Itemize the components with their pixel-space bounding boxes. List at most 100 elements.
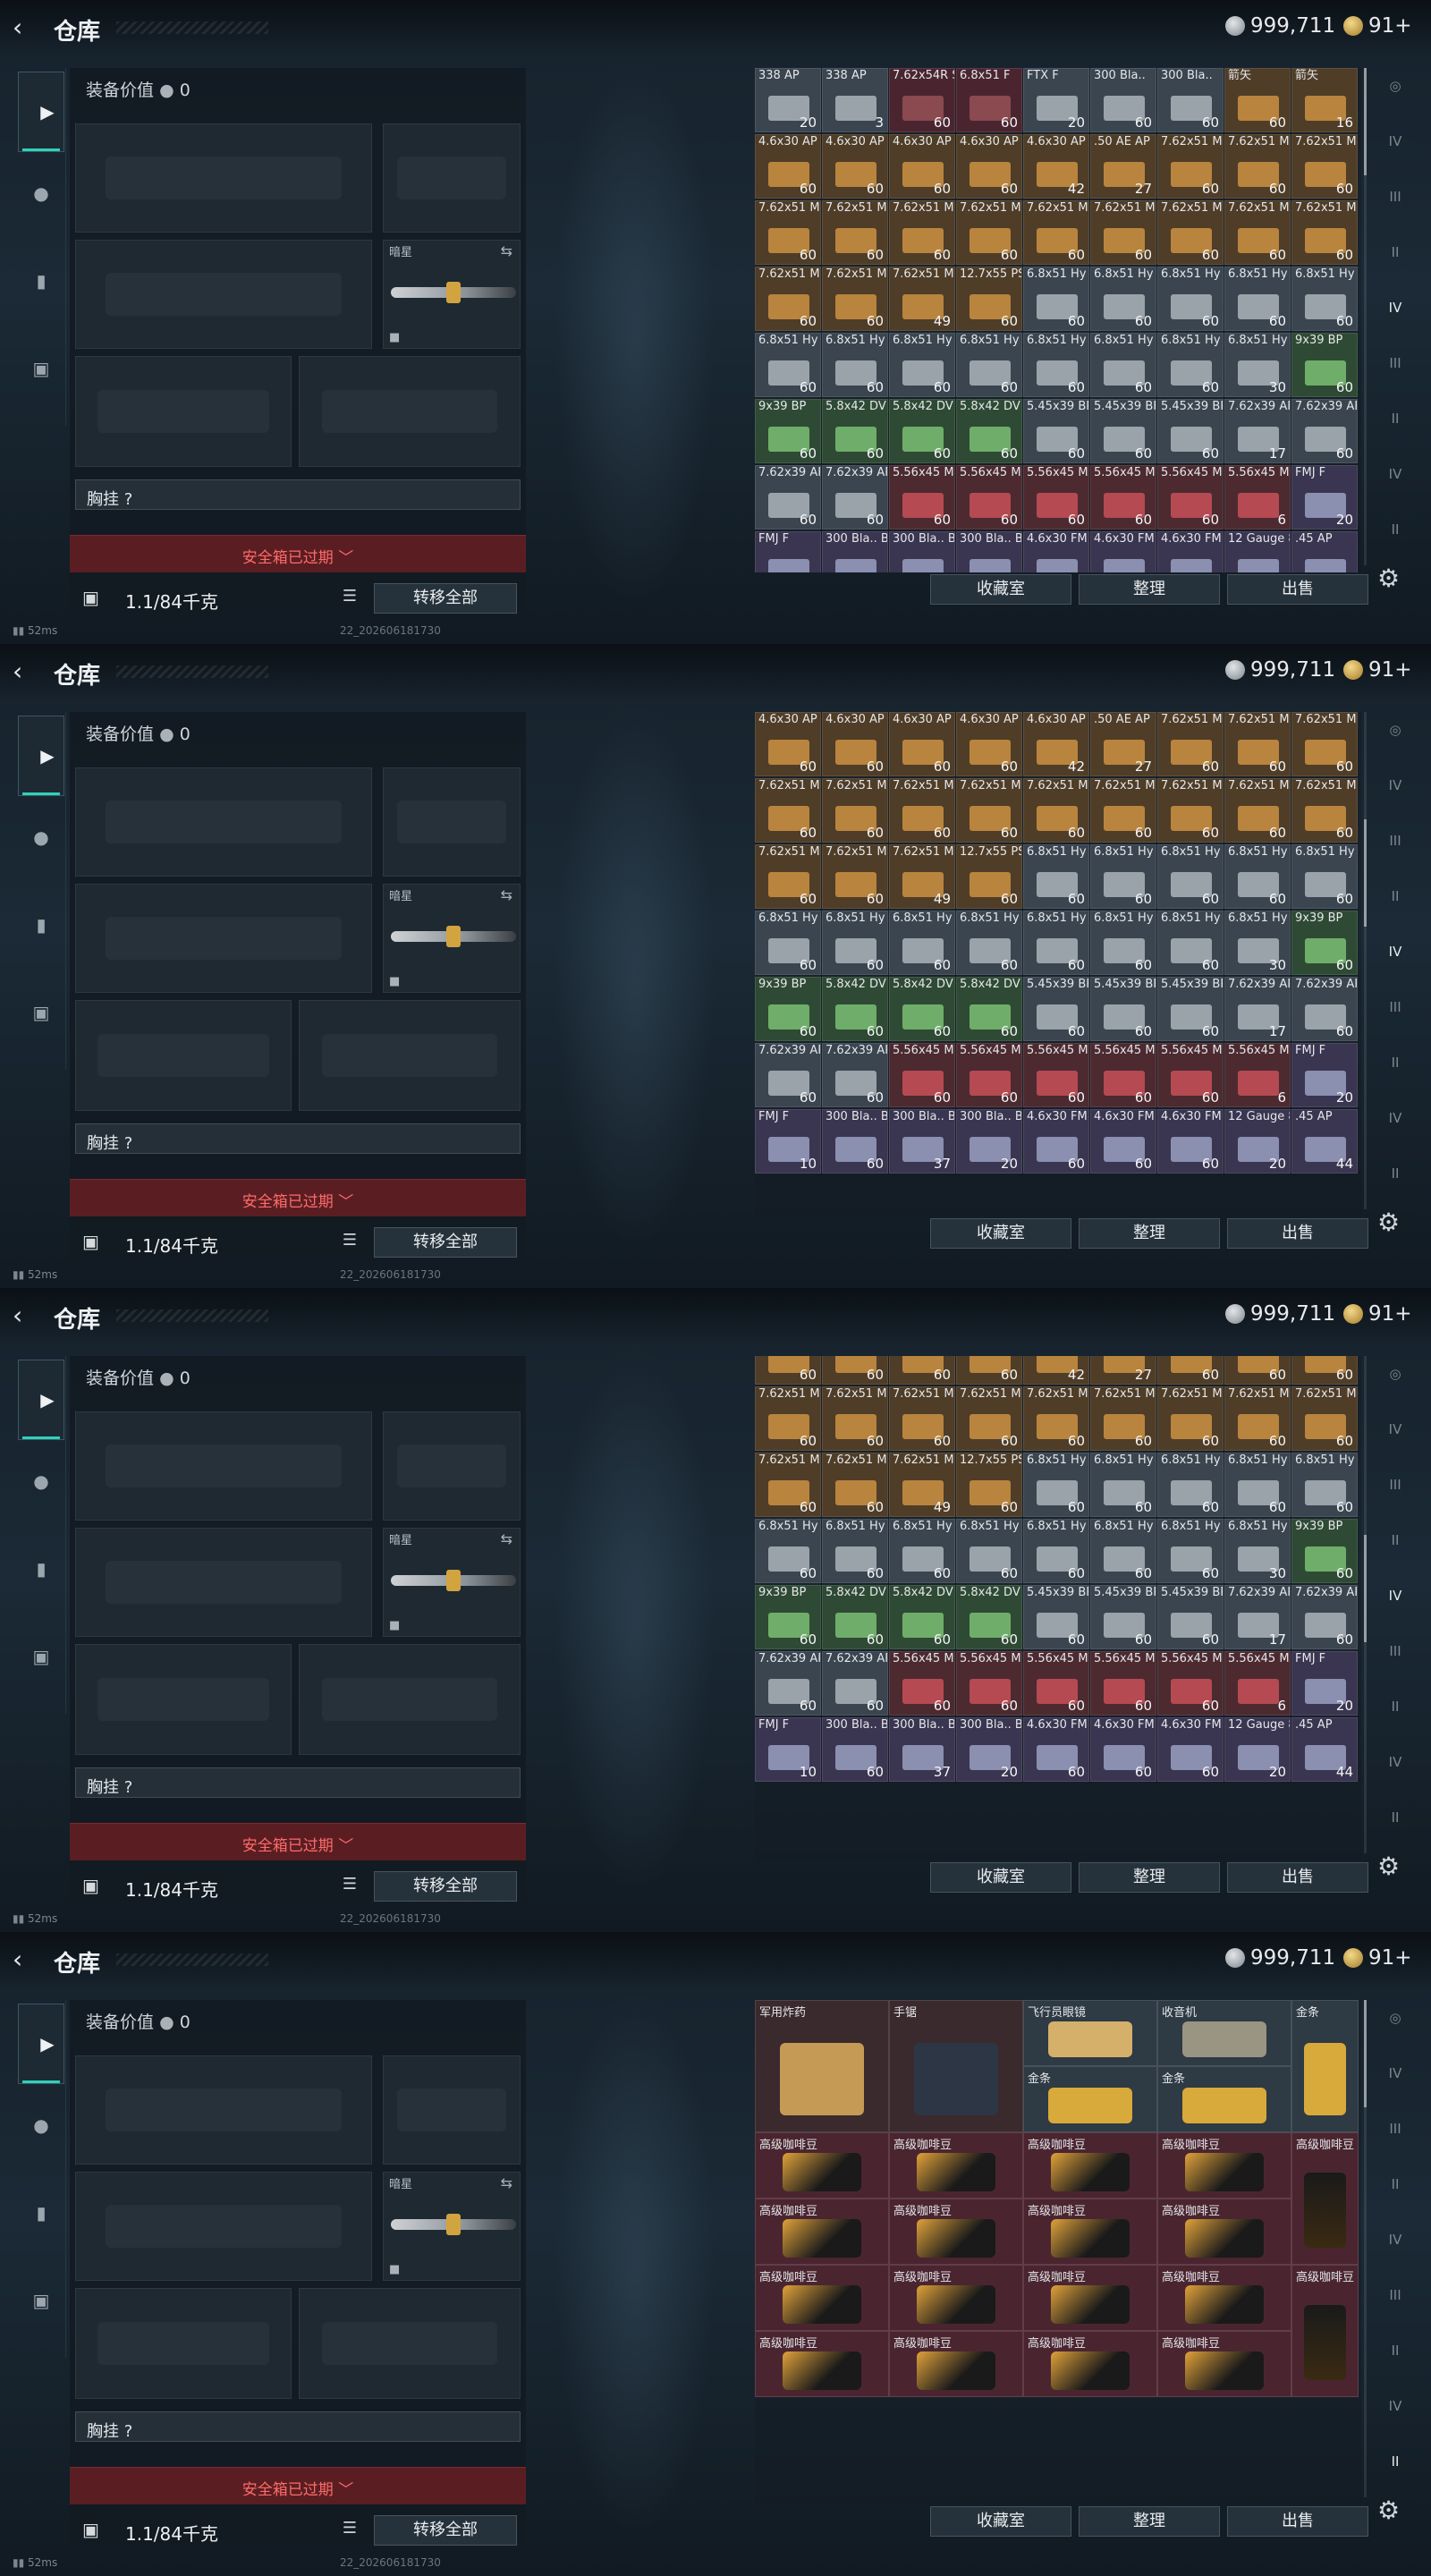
scrollbar-thumb[interactable] (1364, 819, 1367, 927)
stash-item[interactable]: 7.62x39 AP 17 (1224, 977, 1291, 1041)
primary-weapon-slot[interactable] (75, 1411, 372, 1521)
primary-weapon-slot[interactable] (75, 767, 372, 877)
stash-item[interactable]: 60 (889, 1356, 955, 1385)
stash-item[interactable]: 5.45x39 BP 60 (1090, 1585, 1156, 1649)
stash-item[interactable]: 60 (755, 1356, 821, 1385)
stash-item[interactable]: 7.62x51 M 60 (755, 844, 821, 909)
stash-item[interactable]: 6.8x51 Hy 60 (1157, 1453, 1224, 1517)
stash-item[interactable]: 60 (1291, 1356, 1358, 1385)
stash-item[interactable]: 9x39 BP 60 (755, 399, 821, 463)
stash-item[interactable]: 12.7x55 PS 60 (956, 1453, 1022, 1517)
stash-item[interactable]: 6.8x51 Hy 60 (1224, 844, 1291, 909)
gear-icon[interactable]: ⚙ (1377, 564, 1400, 593)
back-arrow-icon[interactable]: ‹ (13, 1303, 36, 1328)
scrollbar-thumb[interactable] (1364, 2000, 1367, 2107)
stash-item[interactable]: 7.62x51 M 60 (822, 1453, 888, 1517)
stash-item[interactable]: 7.62x51 M 49 (889, 844, 955, 909)
stash-item[interactable]: 5.8x42 DV 60 (956, 977, 1022, 1041)
valuable-item[interactable]: 收音机 (1157, 2000, 1291, 2066)
list-icon[interactable]: ☰ (340, 1231, 360, 1250)
stash-item[interactable]: 5.56x45 M 60 (1090, 1651, 1156, 1716)
melee-slot[interactable]: 暗星 ⇆ ■ (383, 884, 521, 993)
stash-item[interactable]: 7.62x51 M 60 (1157, 1386, 1224, 1451)
III-tab[interactable]: III (1377, 1467, 1413, 1503)
stash-item[interactable]: 9x39 BP 60 (1291, 911, 1358, 975)
tab-weapons[interactable]: ▶ (18, 716, 64, 796)
stash-item[interactable]: 7.62x51 M 60 (1291, 778, 1358, 843)
list-icon[interactable]: ☰ (340, 1875, 360, 1894)
stash-item[interactable]: FMJ F 10 (755, 1109, 821, 1174)
stash-item[interactable]: 7.62x51 M 60 (1157, 712, 1224, 776)
valuable-item[interactable]: 高级咖啡豆 (755, 2199, 889, 2265)
stash-item[interactable]: 6.8x51 Hy 60 (1023, 267, 1089, 331)
tab-weapons[interactable]: ▶ (18, 2004, 64, 2084)
valuable-item[interactable]: 手锯 (889, 2000, 1023, 2132)
stash-item[interactable]: 9x39 BP 60 (755, 977, 821, 1041)
IV-tab[interactable]: IV (1377, 1744, 1413, 1780)
stash-item[interactable]: 4.6x30 FM60 (1090, 1109, 1156, 1174)
stash-item[interactable]: 箭矢 60 (1224, 68, 1291, 132)
stash-item[interactable]: 338 AP 20 (755, 68, 821, 132)
valuable-item[interactable]: 高级咖啡豆 (1291, 2265, 1359, 2397)
stash-item[interactable]: 5.8x42 DV 60 (822, 1585, 888, 1649)
stash-item[interactable]: 4.6x30 FM60 (1157, 1717, 1224, 1782)
list-icon[interactable]: ☰ (340, 2519, 360, 2538)
stash-item[interactable]: 7.62x51 M 60 (956, 778, 1022, 843)
stash-item[interactable]: 7.62x51 M 60 (1023, 1386, 1089, 1451)
stash-item[interactable]: 7.62x51 M 60 (1090, 778, 1156, 843)
helmet-slot[interactable] (75, 1644, 292, 1755)
stash-item[interactable]: 5.45x39 BP 60 (1023, 977, 1089, 1041)
chest-rig-slot[interactable]: 胸挂 ? (75, 2411, 521, 2442)
safe-box-expired[interactable]: 安全箱已过期 ﹀ (70, 2467, 526, 2504)
stash-item[interactable]: 5.56x45 M 60 (1157, 465, 1224, 530)
helmet-icon[interactable]: ● (29, 2113, 54, 2138)
stash-item[interactable]: 5.56x45 M 60 (1023, 1651, 1089, 1716)
safe-box-expired[interactable]: 安全箱已过期 ﹀ (70, 1823, 526, 1860)
stash-item[interactable]: 6.8x51 Hy 60 (1291, 267, 1358, 331)
secondary-weapon-slot[interactable] (75, 884, 372, 993)
pistol-slot[interactable] (383, 767, 521, 877)
stash-item[interactable]: 4.6x30 FM60 (1023, 531, 1089, 572)
stash-item[interactable]: 7.62x51 M 60 (1291, 712, 1358, 776)
stash-item[interactable]: 4.6x30 AP 60 (956, 712, 1022, 776)
stash-item[interactable]: 7.62x51 M 49 (889, 267, 955, 331)
secondary-weapon-slot[interactable] (75, 2172, 372, 2281)
stash-item[interactable]: 300 Bla.. BB 37 (889, 1109, 955, 1174)
stash-item[interactable]: 7.62x51 M 60 (755, 1453, 821, 1517)
bag-icon[interactable]: ▣ (29, 356, 54, 381)
stash-scrollbar[interactable] (1364, 68, 1367, 565)
armor-slot[interactable] (299, 356, 521, 467)
stash-item[interactable]: 5.45x39 BP 60 (1090, 977, 1156, 1041)
II-tab[interactable]: II (1377, 2166, 1413, 2202)
II-tab[interactable]: II (1377, 234, 1413, 270)
stash-item[interactable]: 7.62x39 AP 17 (1224, 399, 1291, 463)
valuable-item[interactable]: 高级咖啡豆 (889, 2199, 1023, 2265)
stash-item[interactable]: FMJ F 10 (755, 1717, 821, 1782)
pistol-slot[interactable] (383, 123, 521, 233)
bag-icon[interactable]: ▣ (29, 1000, 54, 1025)
stash-item[interactable]: FMJ F 20 (1291, 465, 1358, 530)
sort-button[interactable]: 整理 (1079, 1862, 1220, 1893)
stash-item[interactable]: 6.8x51 Hy 60 (1023, 333, 1089, 397)
III-tab[interactable]: III (1377, 179, 1413, 215)
helmet-slot[interactable] (75, 356, 292, 467)
gear-icon[interactable]: ⚙ (1377, 1852, 1400, 1881)
stash-item[interactable]: 5.8x42 DV 60 (822, 399, 888, 463)
stash-item[interactable]: 6.8x51 Hy 60 (822, 333, 888, 397)
stash-item[interactable]: 箭矢 16 (1291, 68, 1358, 132)
stash-item[interactable]: 7.62x51 M 60 (1224, 778, 1291, 843)
stash-item[interactable]: 7.62x39 AP 17 (1224, 1585, 1291, 1649)
pistol-slot[interactable] (383, 2055, 521, 2165)
stash-item[interactable]: 7.62x51 M 60 (755, 778, 821, 843)
currency-gold[interactable]: 91+ (1368, 658, 1412, 682)
stash-item[interactable]: 4.6x30 AP 60 (889, 134, 955, 199)
IV-tab[interactable]: IV (1377, 2388, 1413, 2424)
valuable-item[interactable]: 高级咖啡豆 (889, 2331, 1023, 2397)
stash-item[interactable]: 6.8x51 Hy 60 (1090, 1519, 1156, 1583)
chest-rig-slot[interactable]: 胸挂 ? (75, 479, 521, 510)
stash-item[interactable]: 300 Bla.. BB20 (956, 531, 1022, 572)
bag-icon[interactable]: ▣ (29, 2288, 54, 2313)
valuable-item[interactable]: 高级咖啡豆 (755, 2331, 889, 2397)
valuable-item[interactable]: 金条 (1157, 2066, 1291, 2132)
scrollbar-thumb[interactable] (1364, 68, 1367, 175)
